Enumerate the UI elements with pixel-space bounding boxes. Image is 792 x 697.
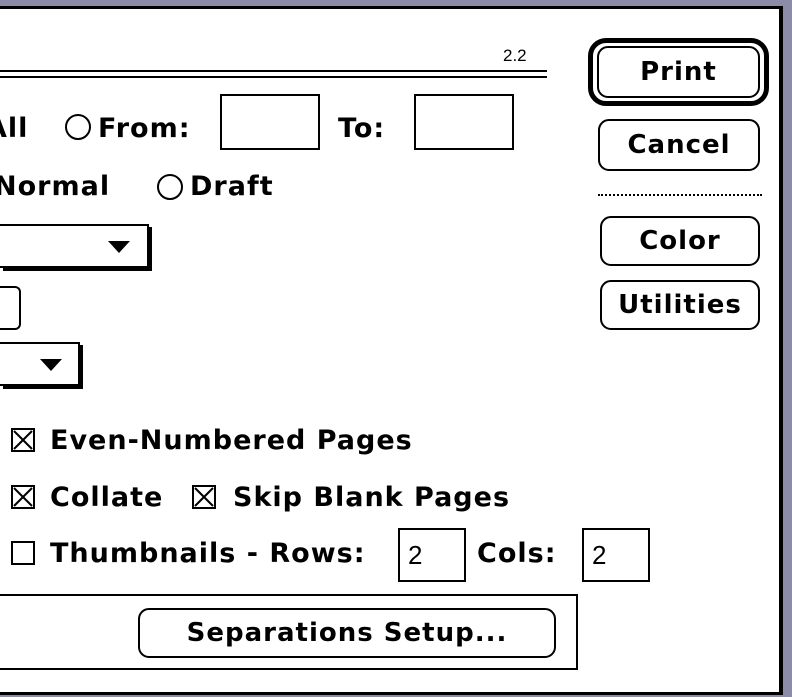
cancel-button[interactable]: Cancel: [598, 119, 760, 171]
skip-blank-checkbox[interactable]: [192, 485, 216, 509]
destination-popup[interactable]: [0, 342, 80, 386]
window-frame-right: [783, 0, 792, 697]
utilities-button[interactable]: Utilities: [600, 280, 760, 330]
quality-normal-label: Normal: [0, 171, 111, 202]
header-rule-top: [0, 70, 547, 72]
pages-from-field[interactable]: [220, 94, 320, 150]
color-button[interactable]: Color: [600, 216, 760, 266]
pages-from-label: From:: [98, 113, 191, 144]
pages-all-label: All: [0, 113, 29, 144]
copies-field[interactable]: [0, 286, 21, 330]
skip-blank-label: Skip Blank Pages: [233, 482, 511, 513]
thumbnail-cols-label: Cols:: [477, 538, 557, 569]
pages-from-radio[interactable]: [65, 114, 91, 140]
paper-source-popup[interactable]: [0, 224, 149, 268]
thumbnail-rows-field[interactable]: 2: [398, 528, 466, 582]
thumbnail-cols-field[interactable]: 2: [582, 528, 650, 582]
window-frame-top-border: [0, 6, 782, 9]
chevron-down-icon: [40, 359, 62, 371]
window-frame-bottom-border: [0, 692, 783, 695]
even-pages-label: Even-Numbered Pages: [50, 425, 413, 456]
pages-to-field[interactable]: [414, 94, 514, 150]
collate-checkbox[interactable]: [11, 485, 35, 509]
print-button[interactable]: Print: [597, 46, 760, 98]
thumbnails-label: Thumbnails - Rows:: [50, 538, 366, 569]
separations-setup-button[interactable]: Separations Setup...: [138, 608, 556, 658]
quality-draft-label: Draft: [190, 171, 274, 202]
quality-draft-radio[interactable]: [157, 174, 183, 200]
pages-to-label: To:: [338, 113, 386, 144]
window-frame-right-border: [779, 6, 783, 697]
header-rule-bottom: [0, 76, 547, 78]
version-label: 2.2: [503, 46, 527, 65]
chevron-down-icon: [108, 241, 130, 253]
button-separator: [598, 194, 762, 196]
collate-label: Collate: [50, 482, 164, 513]
thumbnails-checkbox[interactable]: [11, 541, 35, 565]
even-pages-checkbox[interactable]: [11, 428, 35, 452]
